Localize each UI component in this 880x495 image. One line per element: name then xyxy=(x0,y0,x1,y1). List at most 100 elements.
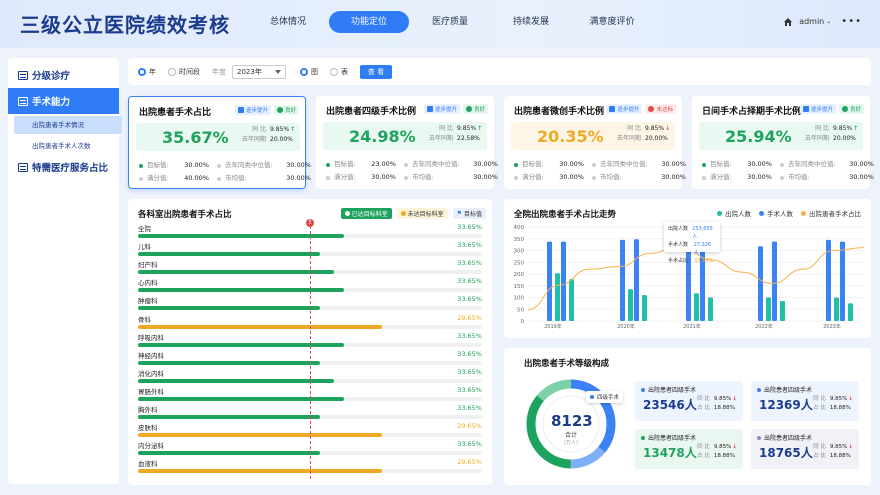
grade-card-compare: 同 比 9.85%↓ 占 比 18.88% xyxy=(813,443,853,461)
grade-card[interactable]: 出院患者四级手术 18765人同 比 9.85%↓ 占 比 18.88% xyxy=(751,429,859,469)
full-label: 满分值: xyxy=(334,173,356,181)
bar-surgery[interactable] xyxy=(555,273,560,321)
bar-surgery[interactable] xyxy=(848,303,853,321)
kpi-main: 35.67% 同 比 9.85%↑ 去年同期 20.00% xyxy=(136,123,300,151)
grade-card[interactable]: 出院患者四级手术 12369人同 比 9.85%↓ 占 比 18.88% xyxy=(751,381,859,421)
median-value: 30.00% xyxy=(661,160,686,168)
radio-chart[interactable]: 图 xyxy=(300,67,318,77)
user-name[interactable]: admin xyxy=(799,17,824,26)
kpi-card[interactable]: 出院患者微创手术比例 逐步提升 未达标 20.35% 同 比 9.85%↓ 去年同期 20.0… xyxy=(504,96,686,189)
kpi-compare: 同 比 9.85%↑ 去年同期 22.58% xyxy=(429,124,482,144)
share-label: 占 比 xyxy=(697,453,710,459)
dot-icon xyxy=(702,162,706,167)
kpi-title: 出院患者四级手术比例 xyxy=(326,107,417,117)
grade-card-title: 出院患者四级手术 xyxy=(757,385,853,394)
kpi-card[interactable]: 出院患者四级手术比例 逐步提升 良好 24.98% 同 比 9.85%↑ 去年同期 22.58… xyxy=(316,96,498,189)
bar-discharged[interactable] xyxy=(561,241,566,321)
dot-icon xyxy=(514,175,518,180)
last-year-value: 20.00% xyxy=(645,135,668,142)
bar-surgery[interactable] xyxy=(766,297,771,322)
more-icon[interactable]: ••• xyxy=(841,16,862,27)
check-icon xyxy=(276,107,283,113)
nav-function-positioning[interactable]: 功能定位 xyxy=(329,11,409,33)
bar-discharged[interactable] xyxy=(620,239,625,321)
dept-value: 29.65% xyxy=(457,422,482,431)
list-icon xyxy=(18,96,28,106)
y-tick-label: 350 xyxy=(514,237,525,243)
arrow-up-icon: ↑ xyxy=(853,125,859,132)
dept-name: 全院 xyxy=(138,225,151,233)
share-value: 18.88% xyxy=(713,405,735,411)
grade-card[interactable]: 出院患者四级手术 13478人同 比 9.85%↓ 占 比 18.88% xyxy=(635,429,743,469)
bar-discharged[interactable] xyxy=(840,241,845,321)
bar-surgery[interactable] xyxy=(569,279,574,321)
radio-period[interactable]: 时间段 xyxy=(168,67,200,77)
sidebar-item-tiered-care[interactable]: 分级诊疗 xyxy=(8,62,119,88)
query-button[interactable]: 查 看 xyxy=(360,64,392,79)
radio-year[interactable]: 年 xyxy=(138,67,156,77)
sidebar-item-surgery-capability[interactable]: 手术能力 xyxy=(8,88,119,114)
city-label: 市均值: xyxy=(600,173,622,181)
yoy-label: 同 比 xyxy=(627,125,641,132)
dot-icon xyxy=(592,162,596,167)
kpi-value: 24.98% xyxy=(349,126,416,146)
yoy-label: 同 比 xyxy=(439,125,453,132)
city-label: 市均值: xyxy=(225,174,247,182)
dept-name: 妇产科 xyxy=(138,261,158,270)
bar-discharged[interactable] xyxy=(758,246,763,321)
radio-on-icon xyxy=(300,67,308,76)
city-value: 30.00% xyxy=(473,173,498,181)
bar-surgery[interactable] xyxy=(834,297,839,322)
filter-bar: 年 时间段 年度 2023年 图 表 查 看 xyxy=(128,58,871,85)
bar-discharged[interactable] xyxy=(634,239,639,321)
nav-overview[interactable]: 总体情况 xyxy=(248,11,328,33)
last-year-label: 去年同期 xyxy=(616,135,641,142)
bar-surgery[interactable] xyxy=(642,295,647,321)
bar-surgery[interactable] xyxy=(708,297,713,322)
grade-card[interactable]: 出院患者四级手术 23546人同 比 9.85%↓ 占 比 18.88% xyxy=(635,381,743,421)
donut-total-unit: (万人) xyxy=(564,440,578,446)
radio-off-icon xyxy=(168,67,176,76)
dept-bar-fill xyxy=(138,270,335,275)
grade-card-compare: 同 比 9.85%↓ 占 比 18.88% xyxy=(697,443,737,461)
nav-medical-quality[interactable]: 医疗质量 xyxy=(410,11,490,33)
donut-tag: 四级手术 xyxy=(586,391,624,403)
bar-discharged[interactable] xyxy=(772,241,777,321)
dept-bar-fill xyxy=(138,324,383,329)
radio-table[interactable]: 表 xyxy=(330,67,348,77)
target-value: 30.00% xyxy=(559,160,584,168)
median-label: 去年同类中位值: xyxy=(412,160,460,168)
dot-icon xyxy=(514,162,518,167)
y-tick-label: 300 xyxy=(514,249,525,255)
dot-icon xyxy=(641,387,645,392)
radio-label: 年 xyxy=(149,67,156,76)
radio-label: 时间段 xyxy=(179,67,200,76)
share-value: 18.88% xyxy=(829,405,851,411)
bar-surgery[interactable] xyxy=(780,301,785,321)
sidebar: 分级诊疗 手术能力 出院患者手术情况 出院患者手术人次数 特需医疗服务占比 xyxy=(8,58,122,484)
dot-icon xyxy=(139,163,143,168)
median-value: 30.00% xyxy=(473,160,498,168)
nav-sustainable-development[interactable]: 持续发展 xyxy=(491,11,571,33)
grade-card-value: 18765人 xyxy=(759,446,813,460)
dot-icon xyxy=(217,176,221,181)
bar-surgery[interactable] xyxy=(628,289,633,321)
target-value: 30.00% xyxy=(747,160,772,168)
sidebar-sub-surgery-status[interactable]: 出院患者手术情况 xyxy=(14,116,122,134)
caret-down-icon xyxy=(275,69,281,74)
kpi-card[interactable]: 出院患者手术占比 逐步提升 良好 35.67% 同 比 9.85%↑ 去年同期 20.00% 目… xyxy=(128,96,311,189)
kpi-card[interactable]: 日间手术占择期手术比例 逐步提升 良好 25.94% 同 比 9.85%↑ 去年同期 20.0… xyxy=(692,96,874,189)
nav-satisfaction[interactable]: 满意度评价 xyxy=(572,11,652,33)
year-select[interactable]: 2023年 xyxy=(232,64,286,79)
home-icon[interactable] xyxy=(783,17,793,27)
dot-icon xyxy=(757,387,761,392)
sidebar-item-special-medical[interactable]: 特需医疗服务占比 xyxy=(8,154,119,180)
dept-bar-fill xyxy=(138,306,321,311)
target-label: 目标值: xyxy=(710,160,732,168)
bar-surgery[interactable] xyxy=(694,293,699,321)
target-label: 目标值: xyxy=(522,160,544,168)
chevron-down-icon[interactable]: ⌄ xyxy=(826,18,831,25)
bar-discharged[interactable] xyxy=(547,241,552,321)
sidebar-sub-surgery-count[interactable]: 出院患者手术人次数 xyxy=(14,137,122,155)
dept-bar-fill xyxy=(138,252,321,257)
